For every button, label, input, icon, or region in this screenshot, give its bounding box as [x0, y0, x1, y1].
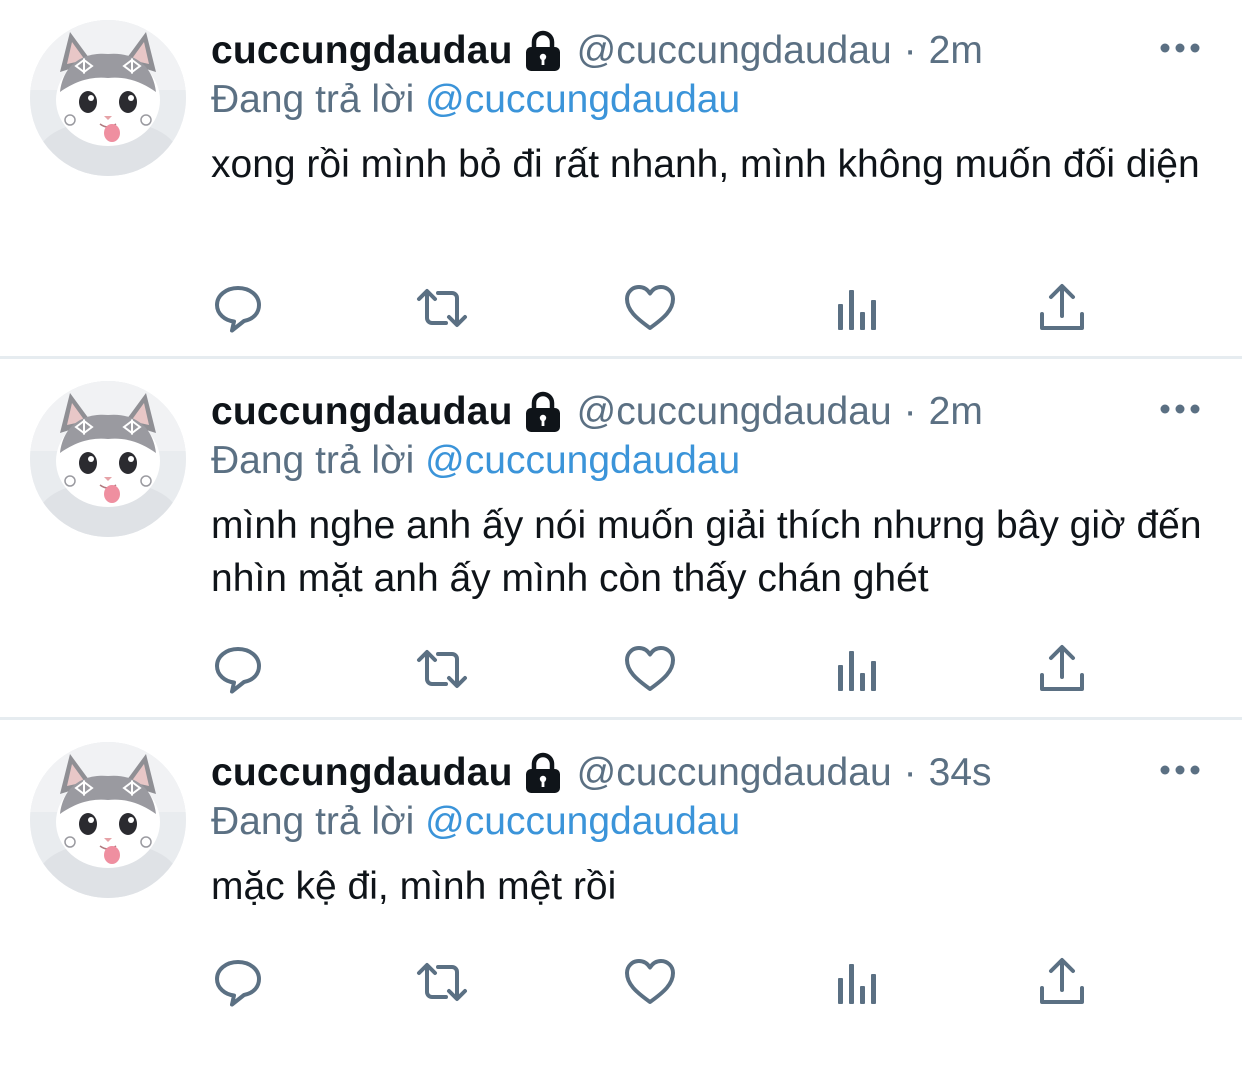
retweet-icon[interactable]	[416, 282, 468, 334]
tweet-header: cuccungdaudau @cuccungdaudau · 34s	[211, 748, 992, 798]
tweet-actions	[0, 950, 1242, 1010]
replying-to-mention[interactable]: @cuccungdaudau	[425, 78, 740, 121]
reply-icon[interactable]	[212, 643, 264, 695]
replying-to-label: Đang trả lời	[211, 439, 415, 482]
tweet-text: xong rồi mình bỏ đi rất nhanh, mình khôn…	[211, 143, 1200, 186]
tweet[interactable]: cuccungdaudau @cuccungdaudau · 2m Đang t…	[0, 361, 1242, 719]
retweet-icon[interactable]	[416, 643, 468, 695]
tweet-actions	[0, 637, 1242, 697]
separator-dot: ·	[903, 751, 917, 794]
tweet[interactable]: cuccungdaudau @cuccungdaudau · 34s Đang …	[0, 722, 1242, 1080]
lock-icon	[523, 391, 563, 433]
display-name[interactable]: cuccungdaudau	[211, 29, 513, 73]
tweet-text: mặc kệ đi, mình mệt rồi	[211, 865, 617, 908]
more-icon[interactable]	[1158, 38, 1202, 58]
share-icon[interactable]	[1036, 956, 1088, 1008]
share-icon[interactable]	[1036, 643, 1088, 695]
reply-icon[interactable]	[212, 956, 264, 1008]
tweet-header: cuccungdaudau @cuccungdaudau · 2m	[211, 26, 983, 76]
replying-to: Đang trả lời @cuccungdaudau	[211, 437, 740, 485]
tweet-actions	[0, 276, 1242, 336]
user-handle[interactable]: @cuccungdaudau	[577, 29, 892, 73]
retweet-icon[interactable]	[416, 956, 468, 1008]
display-name[interactable]: cuccungdaudau	[211, 390, 513, 434]
reply-icon[interactable]	[212, 282, 264, 334]
user-handle[interactable]: @cuccungdaudau	[577, 751, 892, 795]
avatar[interactable]	[30, 20, 186, 176]
more-icon[interactable]	[1158, 399, 1202, 419]
share-icon[interactable]	[1036, 282, 1088, 334]
divider	[0, 717, 1242, 720]
separator-dot: ·	[903, 29, 917, 72]
avatar[interactable]	[30, 742, 186, 898]
tweet[interactable]: cuccungdaudau @cuccungdaudau · 2m Đang t…	[0, 0, 1242, 358]
timestamp[interactable]: 2m	[929, 390, 983, 434]
analytics-icon[interactable]	[830, 956, 882, 1008]
replying-to: Đang trả lời @cuccungdaudau	[211, 798, 740, 846]
timestamp[interactable]: 2m	[929, 29, 983, 73]
user-handle[interactable]: @cuccungdaudau	[577, 390, 892, 434]
more-icon[interactable]	[1158, 760, 1202, 780]
tweet-header: cuccungdaudau @cuccungdaudau · 2m	[211, 387, 983, 437]
display-name[interactable]: cuccungdaudau	[211, 751, 513, 795]
lock-icon	[523, 752, 563, 794]
separator-dot: ·	[903, 390, 917, 433]
tweet-text: mình nghe anh ấy nói muốn giải thích như…	[211, 504, 1202, 600]
heart-icon[interactable]	[624, 282, 676, 334]
lock-icon	[523, 30, 563, 72]
heart-icon[interactable]	[624, 956, 676, 1008]
heart-icon[interactable]	[624, 643, 676, 695]
replying-to-label: Đang trả lời	[211, 78, 415, 121]
divider	[0, 356, 1242, 359]
avatar[interactable]	[30, 381, 186, 537]
timestamp[interactable]: 34s	[929, 751, 992, 795]
analytics-icon[interactable]	[830, 643, 882, 695]
replying-to: Đang trả lời @cuccungdaudau	[211, 76, 740, 124]
replying-to-mention[interactable]: @cuccungdaudau	[425, 439, 740, 482]
replying-to-label: Đang trả lời	[211, 800, 415, 843]
replying-to-mention[interactable]: @cuccungdaudau	[425, 800, 740, 843]
analytics-icon[interactable]	[830, 282, 882, 334]
